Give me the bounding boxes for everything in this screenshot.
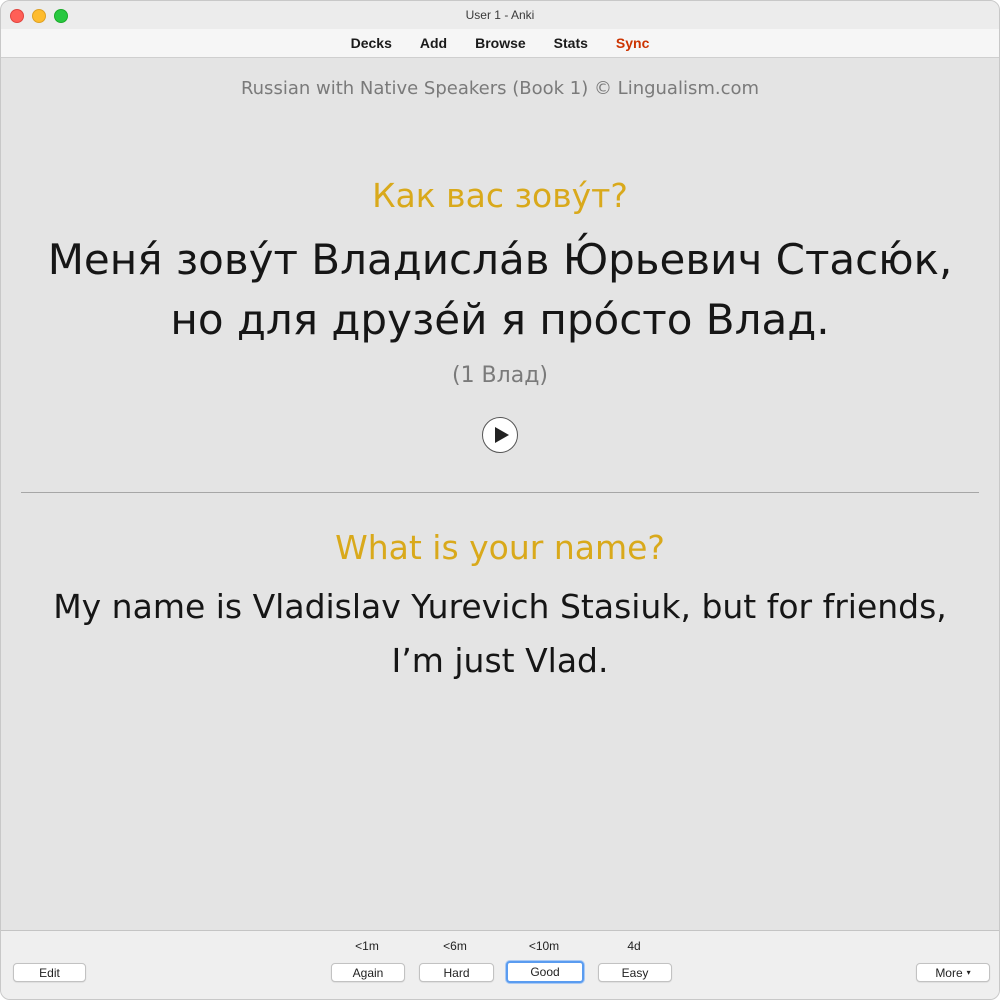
question-russian: Как вас зову́т?: [372, 176, 628, 215]
play-icon: [494, 427, 509, 443]
again-interval: <1m: [355, 939, 379, 953]
more-label: More: [935, 965, 963, 980]
answer-english: My name is Vladislav Yurevich Stasiuk, b…: [1, 580, 999, 688]
toolbar-browse-link[interactable]: Browse: [461, 35, 540, 51]
review-bottom-bar: Edit <1m Again <6m Hard <10m Good 4d Eas…: [1, 930, 999, 999]
answer-russian: Меня́ зову́т Владисла́в Ю́рьевич Стасю́к…: [1, 230, 999, 350]
answer-russian-line-2: но для друзе́й я про́сто Влад.: [170, 295, 830, 344]
answer-russian-line-1: Меня́ зову́т Владисла́в Ю́рьевич Стасю́к…: [47, 235, 953, 284]
question-english: What is your name?: [335, 528, 665, 567]
more-button[interactable]: More ▾: [916, 963, 990, 982]
minimize-window-button[interactable]: [32, 9, 46, 23]
anki-window: User 1 - Anki Decks Add Browse Stats Syn…: [0, 0, 1000, 1000]
word-count-note: (1 Влад): [451, 363, 548, 388]
title-bar: User 1 - Anki: [1, 1, 999, 29]
answer-english-line-1: My name is Vladislav Yurevich Stasiuk, b…: [53, 587, 947, 626]
chevron-down-icon: ▾: [966, 968, 971, 977]
answer-divider: [21, 492, 979, 493]
play-audio-button[interactable]: [482, 417, 518, 453]
card-view: Russian with Native Speakers (Book 1) © …: [1, 58, 999, 930]
toolbar-add-link[interactable]: Add: [406, 35, 461, 51]
window-controls: [10, 9, 68, 23]
good-button[interactable]: Good: [506, 961, 584, 983]
maximize-window-button[interactable]: [54, 9, 68, 23]
hard-interval: <6m: [443, 939, 467, 953]
again-button[interactable]: Again: [331, 963, 405, 982]
good-interval: <10m: [528, 939, 560, 953]
main-toolbar: Decks Add Browse Stats Sync: [1, 29, 999, 58]
toolbar-decks-link[interactable]: Decks: [337, 35, 406, 51]
toolbar-sync-link[interactable]: Sync: [602, 35, 663, 51]
easy-interval: 4d: [627, 939, 641, 953]
toolbar-stats-link[interactable]: Stats: [540, 35, 602, 51]
easy-button[interactable]: Easy: [598, 963, 672, 982]
deck-title: Russian with Native Speakers (Book 1) © …: [240, 78, 760, 99]
close-window-button[interactable]: [10, 9, 24, 23]
answer-english-line-2: I’m just Vlad.: [391, 641, 609, 680]
hard-button[interactable]: Hard: [419, 963, 494, 982]
window-title: User 1 - Anki: [465, 8, 535, 22]
edit-button[interactable]: Edit: [13, 963, 86, 982]
